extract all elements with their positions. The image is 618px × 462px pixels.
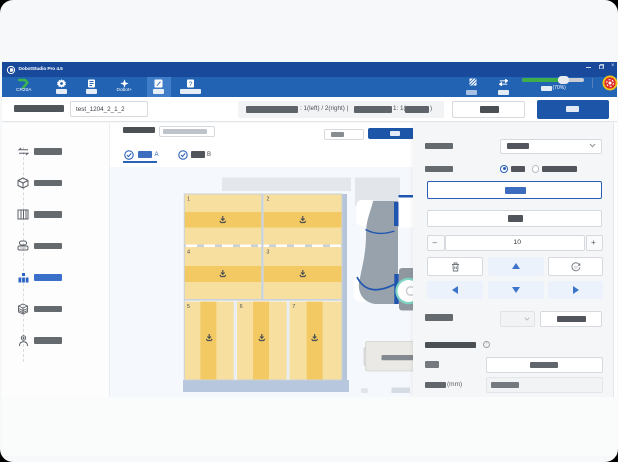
svg-text:90: 90 [574, 265, 578, 269]
svg-text:2: 2 [266, 197, 269, 203]
svg-text:5: 5 [187, 304, 190, 310]
svg-text:1: 1 [187, 197, 190, 203]
svg-text:7: 7 [292, 304, 295, 310]
svg-text:?: ? [189, 81, 193, 88]
svg-text:6: 6 [239, 304, 242, 310]
svg-text:3: 3 [266, 250, 269, 256]
svg-text:4: 4 [187, 250, 190, 256]
